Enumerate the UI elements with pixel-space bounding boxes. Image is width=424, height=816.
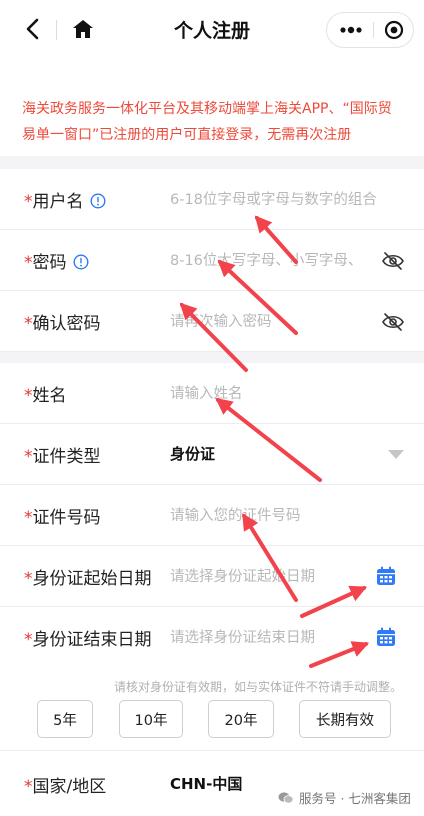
id-end-date-row[interactable]: *身份证结束日期 请选择身份证结束日期 bbox=[0, 607, 424, 668]
username-row: *用户名 6-18位字母或字母与数字的组合 bbox=[0, 169, 424, 230]
more-button[interactable] bbox=[333, 13, 369, 47]
country-select[interactable]: CHN-中国 bbox=[170, 773, 242, 794]
validity-5-years-button[interactable]: 5年 bbox=[37, 700, 93, 738]
id-number-label: *证件号码 bbox=[24, 508, 101, 528]
chevron-left-icon bbox=[26, 18, 39, 40]
password-label: *密码 bbox=[24, 248, 89, 273]
id-start-date-input[interactable]: 请选择身份证起始日期 bbox=[170, 565, 380, 586]
validity-hint: 请核对身份证有效期，如与实体证件不符请手动调整。 bbox=[113, 680, 402, 694]
registration-notice: 海关政务服务一体化平台及其移动端掌上海关APP、“国际贸易单一窗口”已注册的用户… bbox=[22, 101, 392, 143]
validity-permanent-button[interactable]: 长期有效 bbox=[299, 700, 391, 738]
home-button[interactable] bbox=[68, 14, 98, 44]
validity-20-years-button[interactable]: 20年 bbox=[208, 700, 274, 738]
id-number-row: *证件号码 请输入您的证件号码 bbox=[0, 485, 424, 546]
eye-hidden-icon[interactable] bbox=[381, 249, 405, 273]
password-input[interactable]: 8-16位大写字母、小写字母、 bbox=[170, 249, 380, 270]
section-gap bbox=[0, 156, 424, 169]
id-start-date-label: *身份证起始日期 bbox=[24, 569, 152, 589]
dropdown-triangle-icon[interactable] bbox=[388, 450, 404, 459]
id-type-label: *证件类型 bbox=[24, 447, 101, 467]
name-input[interactable]: 请输入姓名 bbox=[170, 382, 380, 403]
confirm-password-row: *确认密码 请再次输入密码 bbox=[0, 291, 424, 352]
country-label: *国家/地区 bbox=[24, 777, 107, 797]
name-row: *姓名 请输入姓名 bbox=[0, 363, 424, 424]
confirm-password-input[interactable]: 请再次输入密码 bbox=[170, 310, 380, 331]
mini-program-capsule bbox=[326, 12, 414, 48]
wechat-icon bbox=[278, 791, 294, 804]
id-end-date-input[interactable]: 请选择身份证结束日期 bbox=[170, 626, 380, 647]
validity-10-years-button[interactable]: 10年 bbox=[119, 700, 183, 738]
info-icon[interactable] bbox=[72, 254, 89, 270]
capsule-divider bbox=[373, 22, 374, 38]
nav-divider bbox=[56, 20, 57, 40]
calendar-icon[interactable] bbox=[375, 565, 397, 587]
home-icon bbox=[73, 20, 93, 38]
id-end-date-label: *身份证结束日期 bbox=[24, 630, 152, 650]
target-close-icon bbox=[384, 20, 404, 40]
back-button[interactable] bbox=[18, 14, 48, 44]
more-dots-icon bbox=[340, 26, 362, 34]
password-row: *密码 8-16位大写字母、小写字母、 bbox=[0, 230, 424, 291]
info-icon[interactable] bbox=[89, 193, 106, 209]
calendar-icon[interactable] bbox=[375, 626, 397, 648]
watermark: 服务号 · 七洲客集团 bbox=[278, 788, 411, 807]
id-start-date-row[interactable]: *身份证起始日期 请选择身份证起始日期 bbox=[0, 546, 424, 607]
name-label: *姓名 bbox=[24, 386, 67, 406]
navigation-bar: 个人注册 bbox=[0, 0, 424, 60]
eye-hidden-icon[interactable] bbox=[381, 310, 405, 334]
username-label: *用户名 bbox=[24, 187, 106, 212]
username-input[interactable]: 6-18位字母或字母与数字的组合 bbox=[170, 188, 380, 209]
confirm-password-label: *确认密码 bbox=[24, 314, 101, 334]
section-gap bbox=[0, 352, 424, 363]
id-type-row[interactable]: *证件类型 身份证 bbox=[0, 424, 424, 485]
id-number-input[interactable]: 请输入您的证件号码 bbox=[170, 504, 380, 525]
id-type-select[interactable]: 身份证 bbox=[170, 443, 215, 464]
close-button[interactable] bbox=[377, 13, 411, 47]
